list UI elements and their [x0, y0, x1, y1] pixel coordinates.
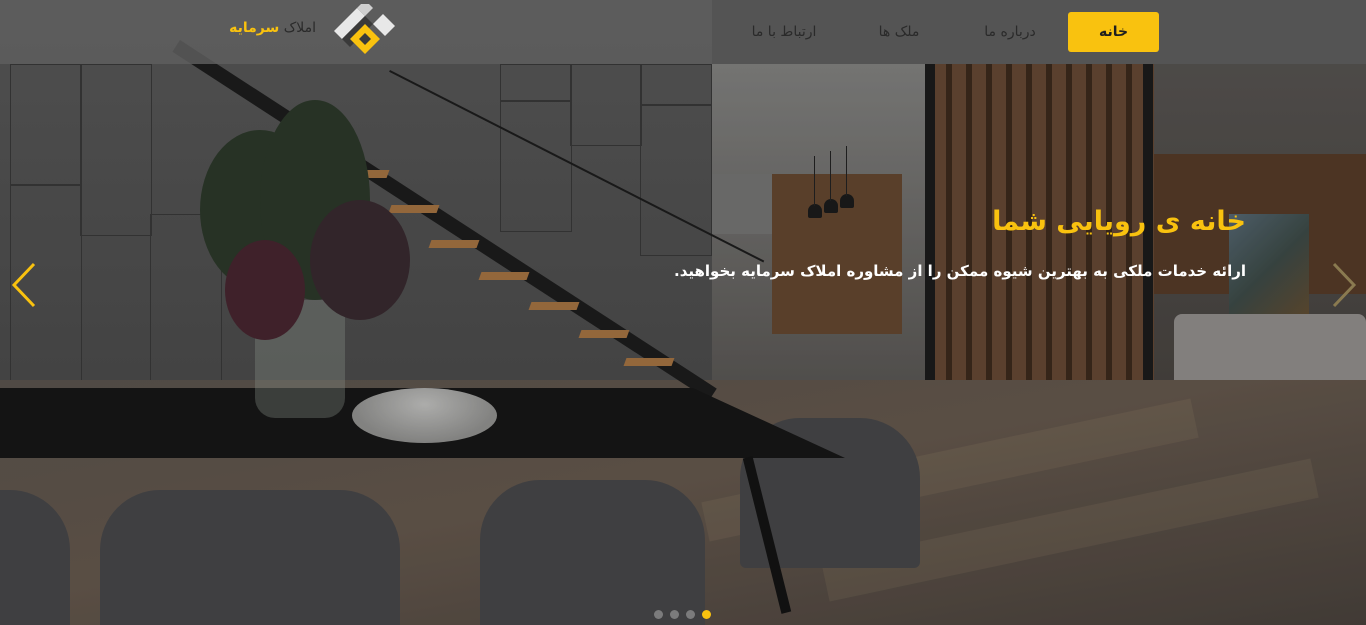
nav-about[interactable]: درباره ما: [960, 12, 1060, 52]
house-blocks-logo-icon[interactable]: [330, 0, 398, 58]
carousel-dot-3[interactable]: [686, 610, 695, 619]
hero-slide-image: [0, 0, 1366, 625]
brand-prefix: املاک: [283, 20, 316, 36]
main-navbar: خانه درباره ما ملک ها ارتباط با ما املاک…: [0, 0, 1366, 64]
carousel-indicators: [654, 610, 711, 620]
brand-name[interactable]: املاک سرمایه: [226, 20, 316, 44]
carousel-dot-1[interactable]: [654, 610, 663, 619]
carousel-prev-button[interactable]: [10, 262, 40, 308]
brand-highlight: سرمایه: [229, 20, 280, 36]
hero-subtitle: ارائه خدمات ملکی به بهترین شیوه ممکن را …: [674, 262, 1246, 280]
chevron-right-icon: [1332, 262, 1357, 308]
carousel-dot-2[interactable]: [670, 610, 679, 619]
chevron-left-icon: [11, 262, 36, 308]
nav-contact[interactable]: ارتباط با ما: [735, 12, 833, 52]
carousel-dot-4[interactable]: [702, 610, 711, 619]
hero-title: خانه ی رویایی شما: [992, 206, 1246, 237]
carousel-next-button[interactable]: [1328, 262, 1358, 308]
nav-properties[interactable]: ملک ها: [858, 12, 940, 52]
nav-home[interactable]: خانه: [1068, 12, 1159, 52]
